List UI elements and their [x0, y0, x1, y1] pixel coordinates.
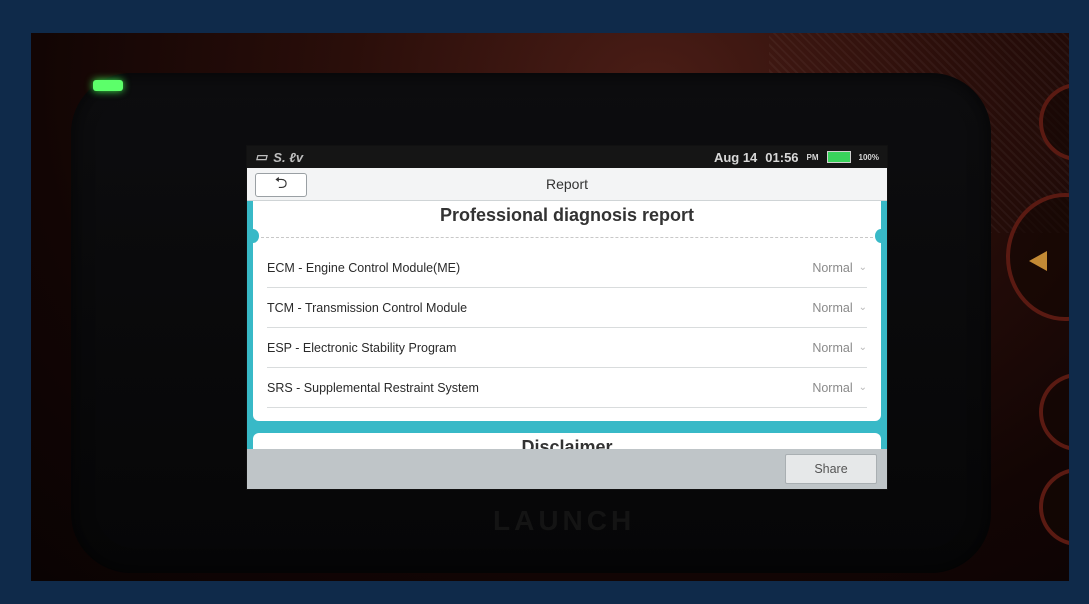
system-status: Normal [812, 380, 853, 395]
report-heading: Professional diagnosis report [261, 201, 873, 238]
chevron-down-icon[interactable]: ⌄ [859, 342, 867, 353]
system-row-tcm[interactable]: TCM - Transmission Control Module Normal… [267, 288, 867, 328]
report-card: Professional diagnosis report ECM - Engi… [247, 201, 887, 421]
hardware-button-mid[interactable] [1039, 373, 1069, 451]
battery-icon [826, 151, 851, 163]
back-arrow-icon: ⮌ [274, 174, 288, 192]
system-name: TCM - Transmission Control Module [267, 300, 468, 315]
brand-logo: LAUNCH [493, 505, 636, 536]
chevron-down-icon[interactable]: ⌄ [859, 382, 867, 393]
status-ampm: PM [806, 152, 819, 162]
card-notch-right [875, 229, 887, 243]
status-bar: ▭ S. ℓv Aug 14 01:56 PM 100% [247, 146, 887, 168]
system-name: ECM - Engine Control Module(ME) [267, 260, 461, 275]
system-status: Normal [812, 340, 853, 355]
chevron-down-icon[interactable]: ⌄ [859, 262, 867, 273]
system-row-srs[interactable]: SRS - Supplemental Restraint System Norm… [267, 368, 867, 408]
chevron-down-icon[interactable]: ⌄ [859, 302, 867, 313]
title-bar: ⮌ Report [247, 168, 887, 201]
hardware-button-bottom[interactable] [1039, 468, 1069, 546]
left-arrow-icon [1029, 251, 1047, 271]
status-date: Aug 14 [713, 149, 758, 165]
share-button[interactable]: Share [785, 454, 877, 484]
page-title: Report [545, 176, 589, 192]
battery-level: 100% [858, 152, 879, 162]
system-status: Normal [812, 300, 853, 315]
system-name: ESP - Electronic Stability Program [267, 340, 457, 355]
system-list: ECM - Engine Control Module(ME) Normal ⌄ … [267, 248, 867, 408]
status-left-text: S. ℓv [273, 149, 304, 165]
bottom-bar: Share [247, 449, 887, 489]
system-name: SRS - Supplemental Restraint System [267, 380, 479, 395]
card-notch-left [247, 229, 259, 243]
system-row-esp[interactable]: ESP - Electronic Stability Program Norma… [267, 328, 867, 368]
system-row-ecm[interactable]: ECM - Engine Control Module(ME) Normal ⌄ [267, 248, 867, 288]
device-screen: ▭ S. ℓv Aug 14 01:56 PM 100% ⮌ Report Pr… [246, 145, 888, 490]
notification-icon: ▭ [255, 149, 268, 164]
system-status: Normal [812, 260, 853, 275]
power-led [93, 80, 123, 91]
back-button[interactable]: ⮌ [255, 173, 307, 197]
report-content[interactable]: Professional diagnosis report ECM - Engi… [247, 201, 887, 489]
status-time: 01:56 [765, 149, 799, 165]
